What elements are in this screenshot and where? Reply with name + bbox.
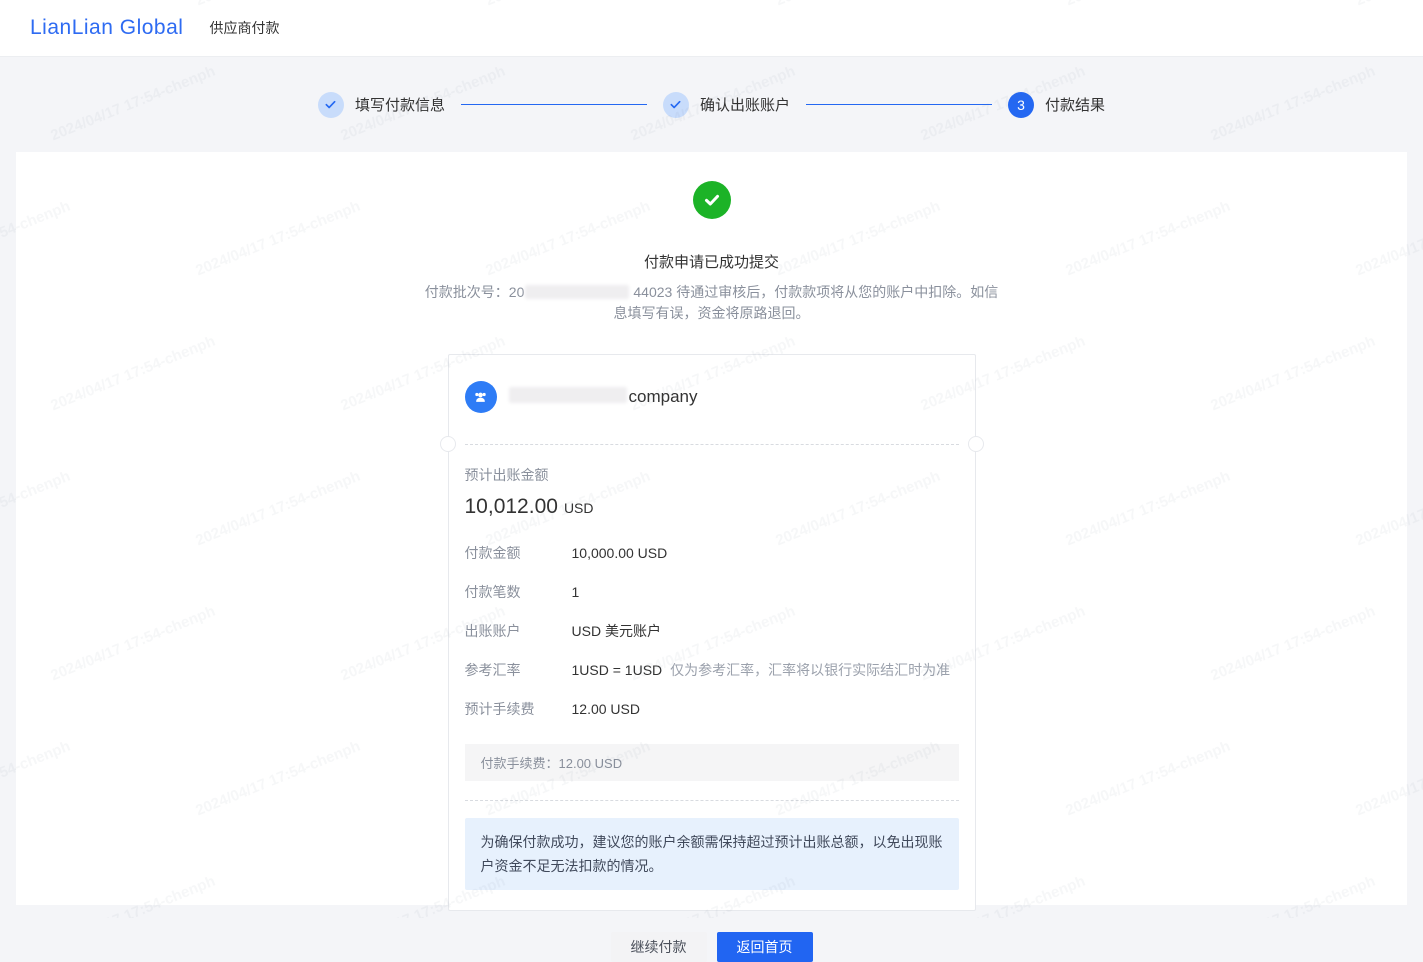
field-label: 付款笔数 bbox=[465, 582, 572, 602]
step-fill-payment-info: 填写付款信息 bbox=[318, 92, 445, 118]
continue-payment-button[interactable]: 继续付款 bbox=[611, 932, 707, 962]
estimated-debit-label: 预计出账金额 bbox=[465, 465, 959, 485]
field-label: 预计手续费 bbox=[465, 699, 572, 719]
fee-detail-box: 付款手续费：12.00 USD bbox=[465, 744, 959, 781]
step-confirm-account: 确认出账账户 bbox=[663, 92, 790, 118]
row-estimated-fee: 预计手续费 12.00 USD bbox=[465, 699, 959, 719]
step-connector-2 bbox=[806, 104, 992, 105]
payee-avatar-icon bbox=[465, 381, 497, 413]
row-payment-amount: 付款金额 10,000.00 USD bbox=[465, 543, 959, 563]
result-description: 付款批次号：20 44023 待通过审核后，付款款项将从您的账户中扣除。如信息填写… bbox=[420, 282, 1004, 324]
payment-summary-card: company 预计出账金额 10,012.00 USD 付款金额 10,000… bbox=[448, 354, 976, 911]
rate-disclaimer-note: 仅为参考汇率，汇率将以银行实际结汇时为准 bbox=[670, 660, 950, 680]
ticket-divider bbox=[465, 444, 959, 445]
action-buttons: 继续付款 返回首页 bbox=[16, 932, 1407, 962]
field-value: USD 美元账户 bbox=[572, 621, 661, 641]
stepper: 填写付款信息 确认出账账户 3 付款结果 bbox=[0, 57, 1423, 152]
app-header: LianLian Global 供应商付款 bbox=[0, 0, 1423, 57]
ticket-notch-right bbox=[968, 436, 984, 452]
row-debit-account: 出账账户 USD 美元账户 bbox=[465, 621, 959, 641]
company-name-redacted bbox=[509, 387, 627, 403]
step-connector-1 bbox=[461, 104, 647, 105]
row-payment-count: 付款笔数 1 bbox=[465, 582, 959, 602]
result-description-text: 44023 待通过审核后，付款款项将从您的账户中扣除。如信息填写有误，资金将原路… bbox=[614, 284, 999, 321]
field-label: 出账账户 bbox=[465, 621, 572, 641]
field-value: 10,000.00 USD bbox=[572, 545, 668, 561]
success-check-icon bbox=[693, 181, 731, 219]
field-value: 1 bbox=[572, 584, 580, 600]
estimated-debit-amount: 10,012.00 USD bbox=[465, 495, 959, 519]
result-panel: 付款申请已成功提交 付款批次号：20 44023 待通过审核后，付款款项将从您的账… bbox=[16, 152, 1407, 905]
back-home-button[interactable]: 返回首页 bbox=[717, 932, 813, 962]
step-payment-result: 3 付款结果 bbox=[1008, 92, 1105, 118]
product-title: 供应商付款 bbox=[209, 18, 279, 38]
batch-number-redacted bbox=[525, 285, 629, 299]
step-1-check-icon bbox=[318, 92, 344, 118]
balance-notice: 为确保付款成功，建议您的账户余额需保持超过预计出账总额，以免出现账户资金不足无法… bbox=[465, 818, 959, 890]
batch-number-prefix: 付款批次号：20 bbox=[425, 284, 525, 300]
row-reference-rate: 参考汇率 1USD = 1USD 仅为参考汇率，汇率将以银行实际结汇时为准 bbox=[465, 660, 959, 680]
step-3-label: 付款结果 bbox=[1045, 94, 1105, 115]
amount-currency: USD bbox=[564, 500, 594, 516]
amount-number: 10,012.00 bbox=[465, 495, 558, 519]
ticket-notch-left bbox=[440, 436, 456, 452]
field-value: 1USD = 1USD bbox=[572, 662, 663, 678]
result-title: 付款申请已成功提交 bbox=[16, 251, 1407, 272]
field-label: 付款金额 bbox=[465, 543, 572, 563]
field-label: 参考汇率 bbox=[465, 660, 572, 680]
payee-company-name: company bbox=[509, 387, 698, 407]
lianlian-global-logo: LianLian Global bbox=[30, 16, 183, 40]
field-value: 12.00 USD bbox=[572, 701, 640, 717]
inner-dashed-divider bbox=[465, 800, 959, 801]
company-name-suffix: company bbox=[629, 387, 698, 406]
step-3-number: 3 bbox=[1008, 92, 1034, 118]
step-2-label: 确认出账账户 bbox=[700, 94, 790, 115]
payee-header: company bbox=[449, 355, 975, 444]
step-2-check-icon bbox=[663, 92, 689, 118]
step-1-label: 填写付款信息 bbox=[355, 94, 445, 115]
